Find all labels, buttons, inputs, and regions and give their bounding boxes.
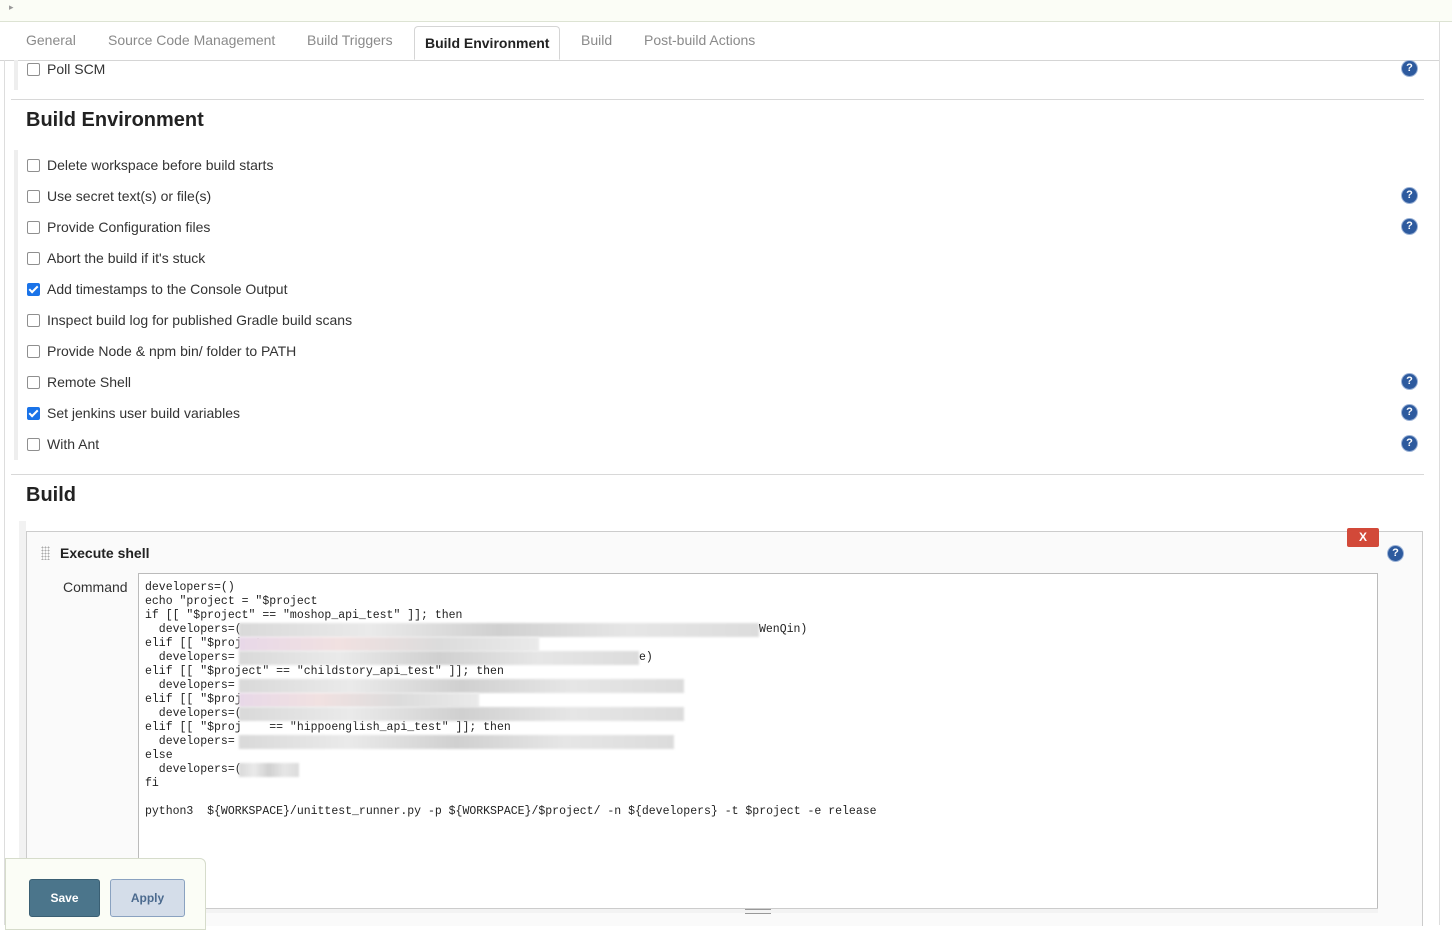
delete-step-button[interactable]: X bbox=[1347, 528, 1379, 547]
code-line: if [[ "$project" == "moshop_api_test" ]]… bbox=[145, 609, 463, 622]
redacted-block bbox=[239, 735, 674, 749]
option-timestamps[interactable]: Add timestamps to the Console Output bbox=[27, 280, 287, 298]
option-label: Remote Shell bbox=[47, 374, 132, 390]
tab-build[interactable]: Build bbox=[581, 32, 612, 48]
code-fragment: WenQin) bbox=[759, 623, 808, 636]
help-icon[interactable]: ? bbox=[1388, 546, 1403, 561]
drag-handle-icon[interactable] bbox=[41, 546, 50, 560]
option-label: Delete workspace before build starts bbox=[47, 157, 274, 173]
code-line: elif [[ "$proj == "hippoenglish_api_test… bbox=[145, 721, 511, 734]
option-checkbox[interactable] bbox=[27, 220, 40, 234]
build-environment-heading: Build Environment bbox=[26, 109, 204, 131]
option-checkbox[interactable] bbox=[27, 406, 40, 420]
tab-source-code-management[interactable]: Source Code Management bbox=[108, 32, 275, 48]
code-line: developers= bbox=[145, 735, 235, 748]
option-checkbox[interactable] bbox=[27, 158, 40, 172]
redacted-block bbox=[239, 693, 479, 707]
code-line: echo "project = "$project bbox=[145, 595, 318, 608]
help-icon[interactable]: ? bbox=[1402, 219, 1417, 234]
option-label: Provide Node & npm bin/ folder to PATH bbox=[47, 343, 297, 359]
option-abort-stuck[interactable]: Abort the build if it's stuck bbox=[27, 249, 205, 267]
command-label: Command bbox=[63, 579, 128, 595]
code-line: developers= bbox=[145, 651, 235, 664]
tab-general[interactable]: General bbox=[26, 32, 76, 48]
tab-post-build-actions[interactable]: Post-build Actions bbox=[644, 32, 755, 48]
option-checkbox[interactable] bbox=[27, 282, 40, 296]
save-button[interactable]: Save bbox=[29, 879, 100, 917]
option-label: Abort the build if it's stuck bbox=[47, 250, 206, 266]
apply-button[interactable]: Apply bbox=[110, 879, 185, 917]
code-line: fi bbox=[145, 777, 159, 790]
help-icon[interactable]: ? bbox=[1402, 61, 1417, 76]
section-indent-bar bbox=[14, 60, 18, 90]
redacted-block bbox=[239, 637, 539, 651]
option-node-npm[interactable]: Provide Node & npm bin/ folder to PATH bbox=[27, 342, 296, 360]
expand-caret-icon[interactable]: ▸ bbox=[9, 2, 14, 13]
poll-scm-label: Poll SCM bbox=[47, 61, 106, 77]
redacted-block bbox=[239, 707, 684, 721]
option-jenkins-user-vars[interactable]: Set jenkins user build variables bbox=[27, 404, 240, 422]
option-gradle-scans[interactable]: Inspect build log for published Gradle b… bbox=[27, 311, 352, 329]
option-label: Add timestamps to the Console Output bbox=[47, 281, 288, 297]
code-line: elif [[ "$proj bbox=[145, 693, 242, 706]
page-left-border bbox=[4, 60, 5, 925]
help-icon[interactable]: ? bbox=[1402, 436, 1417, 451]
redacted-block bbox=[239, 679, 684, 693]
code-fragment: e) bbox=[639, 651, 653, 664]
option-config-files[interactable]: Provide Configuration files bbox=[27, 218, 210, 236]
command-textarea[interactable]: developers=() echo "project = "$project … bbox=[138, 573, 1378, 910]
option-secret-text[interactable]: Use secret text(s) or file(s) bbox=[27, 187, 211, 205]
option-checkbox[interactable] bbox=[27, 251, 40, 265]
option-label: With Ant bbox=[47, 436, 100, 452]
top-bar: ▸ bbox=[0, 0, 1452, 22]
section-indent-bar bbox=[14, 150, 18, 460]
section-divider bbox=[11, 474, 1424, 475]
option-checkbox[interactable] bbox=[27, 375, 40, 389]
tab-build-environment[interactable]: Build Environment bbox=[414, 26, 561, 60]
code-line: developers=( bbox=[145, 707, 242, 720]
poll-scm-checkbox[interactable] bbox=[27, 62, 40, 76]
option-checkbox[interactable] bbox=[27, 189, 40, 203]
option-checkbox[interactable] bbox=[27, 344, 40, 358]
help-icon[interactable]: ? bbox=[1402, 188, 1417, 203]
code-line: else bbox=[145, 749, 173, 762]
code-line: developers=() bbox=[145, 581, 235, 594]
option-label: Set jenkins user build variables bbox=[47, 405, 240, 421]
textarea-resize-handle[interactable] bbox=[140, 908, 1378, 914]
page-right-border bbox=[1439, 22, 1440, 925]
redacted-block bbox=[239, 623, 759, 637]
code-line: developers= bbox=[145, 679, 235, 692]
option-label: Use secret text(s) or file(s) bbox=[47, 188, 212, 204]
execute-shell-title: Execute shell bbox=[60, 545, 150, 561]
code-line: developers=( bbox=[145, 623, 242, 636]
build-heading: Build bbox=[26, 484, 76, 506]
option-checkbox[interactable] bbox=[27, 437, 40, 451]
section-divider bbox=[11, 99, 1424, 100]
option-remote-shell[interactable]: Remote Shell bbox=[27, 373, 131, 391]
tab-build-triggers[interactable]: Build Triggers bbox=[307, 32, 393, 48]
code-line: elif [[ "$project" == "childstory_api_te… bbox=[145, 665, 504, 678]
code-line: developers=( bbox=[145, 763, 242, 776]
help-icon[interactable]: ? bbox=[1402, 374, 1417, 389]
redacted-block bbox=[239, 763, 299, 777]
resize-grip-icon bbox=[745, 909, 771, 914]
option-label: Provide Configuration files bbox=[47, 219, 211, 235]
config-tab-bar: General Source Code Management Build Tri… bbox=[0, 22, 1440, 61]
code-line: python3 ${WORKSPACE}/unittest_runner.py … bbox=[145, 805, 877, 818]
option-delete-workspace[interactable]: Delete workspace before build starts bbox=[27, 156, 273, 174]
option-label: Inspect build log for published Gradle b… bbox=[47, 312, 353, 328]
help-icon[interactable]: ? bbox=[1402, 405, 1417, 420]
redacted-block bbox=[239, 651, 639, 665]
option-with-ant[interactable]: With Ant bbox=[27, 435, 99, 453]
option-checkbox[interactable] bbox=[27, 313, 40, 327]
poll-scm-option[interactable]: Poll SCM bbox=[27, 60, 105, 78]
